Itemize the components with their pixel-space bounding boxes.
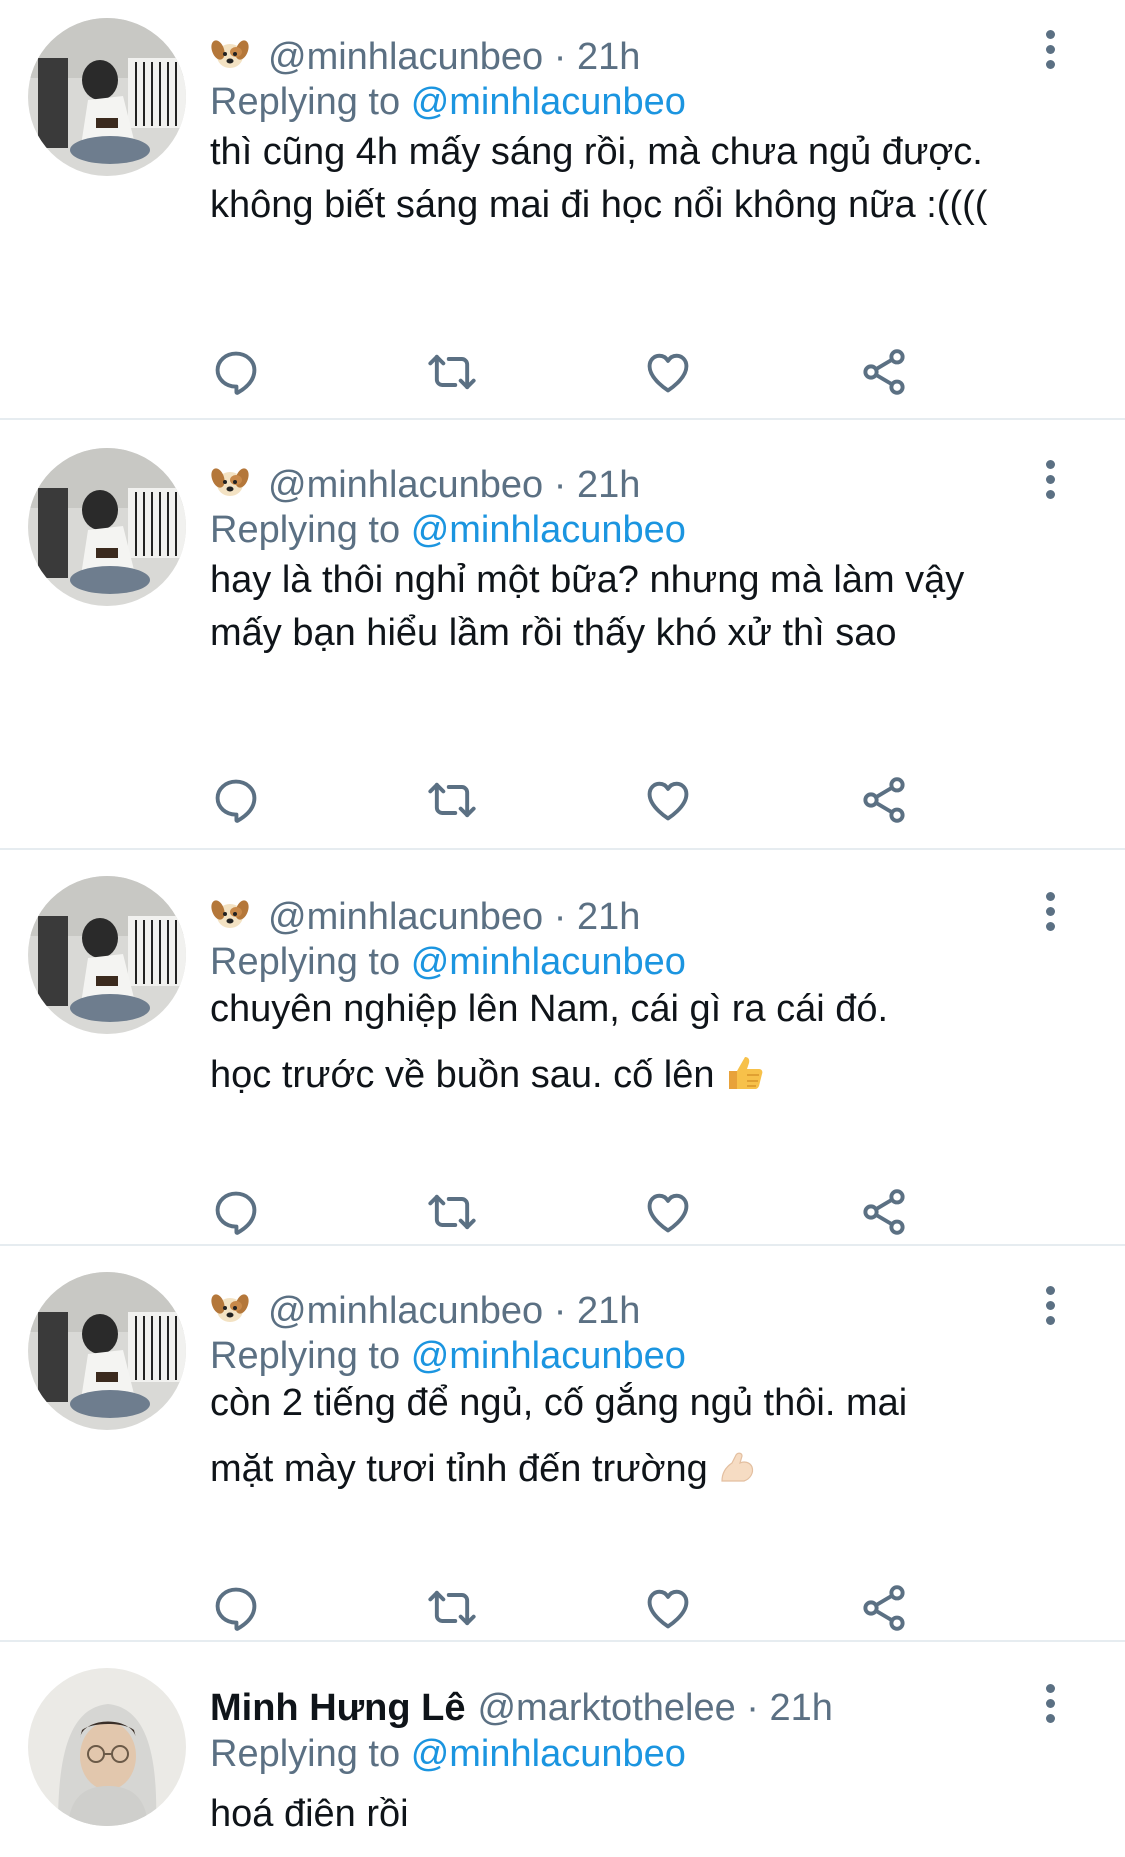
tweet-actions	[210, 1186, 930, 1238]
tweet[interactable]: @minhlacunbeo · 21h Replying to @minhlac…	[0, 0, 1125, 418]
tweet-text-line: học trước về buồn sau. cố lên	[210, 1042, 1080, 1114]
more-vertical-icon[interactable]	[1035, 1286, 1065, 1332]
speech-bubble-icon[interactable]	[210, 1186, 262, 1238]
more-vertical-icon[interactable]	[1035, 1684, 1065, 1730]
replying-link[interactable]: @minhlacunbeo	[411, 1733, 686, 1775]
tweet-text-line: mặt mày tươi tỉnh đến trường	[210, 1436, 1080, 1508]
timestamp[interactable]: · 21h	[554, 36, 641, 78]
tweet[interactable]: @minhlacunbeo · 21h Replying to @minhlac…	[0, 850, 1125, 1244]
avatar[interactable]	[28, 1272, 186, 1430]
avatar[interactable]	[28, 448, 186, 606]
dog-face-icon	[210, 462, 250, 512]
handle[interactable]: @marktothelee	[477, 1687, 735, 1729]
replying-label: Replying to	[210, 1733, 401, 1775]
display-name[interactable]: Minh Hưng Lê	[210, 1687, 465, 1729]
dog-face-icon	[210, 894, 250, 944]
replying-link[interactable]: @minhlacunbeo	[411, 509, 686, 551]
thumbs-up-icon	[723, 1048, 767, 1114]
replying-link[interactable]: @minhlacunbeo	[411, 81, 686, 123]
tweet-actions	[210, 346, 930, 398]
replying-to: Replying to @minhlacunbeo	[210, 1732, 686, 1776]
replying-label: Replying to	[210, 81, 401, 123]
tweet-text: hay là thôi nghỉ một bữa? nhưng mà làm v…	[210, 559, 965, 654]
share-icon[interactable]	[858, 1186, 910, 1238]
tweet-actions	[210, 1322, 930, 1374]
tweet-header: @minhlacunbeo · 21h	[210, 34, 640, 84]
replying-to: Replying to @minhlacunbeo	[210, 80, 686, 124]
retweet-icon[interactable]	[426, 1186, 478, 1238]
timestamp[interactable]: · 21h	[554, 464, 641, 506]
tweet-text: chuyên nghiệp lên Nam, cái gì ra cái đó.…	[210, 976, 1080, 1114]
speech-bubble-icon[interactable]	[210, 774, 262, 826]
replying-label: Replying to	[210, 509, 401, 551]
timestamp[interactable]: · 21h	[746, 1687, 833, 1729]
speech-bubble-icon[interactable]	[210, 346, 262, 398]
tweet[interactable]: @minhlacunbeo · 21h Replying to @minhlac…	[0, 1246, 1125, 1640]
tweet-text: hoá điên rồi	[210, 1793, 409, 1835]
handle[interactable]: @minhlacunbeo	[268, 36, 543, 78]
handle[interactable]: @minhlacunbeo	[268, 464, 543, 506]
avatar[interactable]	[28, 876, 186, 1034]
share-icon[interactable]	[858, 774, 910, 826]
retweet-icon[interactable]	[426, 1582, 478, 1634]
tweet-actions	[210, 774, 930, 826]
retweet-icon[interactable]	[426, 346, 478, 398]
heart-icon[interactable]	[642, 774, 694, 826]
speech-bubble-icon[interactable]	[210, 1582, 262, 1634]
tweet-text: còn 2 tiếng để ngủ, cố gắng ngủ thôi. ma…	[210, 1370, 1080, 1508]
tweet-header: @minhlacunbeo · 21h	[210, 894, 640, 944]
share-icon[interactable]	[858, 346, 910, 398]
handle[interactable]: @minhlacunbeo	[268, 896, 543, 938]
timestamp[interactable]: · 21h	[554, 896, 641, 938]
tweet-header: Minh Hưng Lê @marktothelee · 21h	[210, 1686, 833, 1730]
share-icon[interactable]	[858, 1582, 910, 1634]
more-vertical-icon[interactable]	[1035, 30, 1065, 76]
tweet-text-line: chuyên nghiệp lên Nam, cái gì ra cái đó.	[210, 988, 889, 1030]
tweet-header: @minhlacunbeo · 21h	[210, 462, 640, 512]
heart-icon[interactable]	[642, 1186, 694, 1238]
flexed-biceps-icon	[716, 1442, 760, 1508]
retweet-icon[interactable]	[426, 774, 478, 826]
heart-icon[interactable]	[642, 1582, 694, 1634]
tweet-text: thì cũng 4h mấy sáng rồi, mà chưa ngủ đư…	[210, 131, 988, 226]
more-vertical-icon[interactable]	[1035, 892, 1065, 938]
tweet[interactable]: Minh Hưng Lê @marktothelee · 21h Replying…	[0, 1642, 1125, 1857]
tweet-actions	[210, 1582, 930, 1634]
tweet-text-line: còn 2 tiếng để ngủ, cố gắng ngủ thôi. ma…	[210, 1382, 908, 1424]
heart-icon[interactable]	[642, 346, 694, 398]
dog-face-icon	[210, 34, 250, 84]
tweet[interactable]: @minhlacunbeo · 21h Replying to @minhlac…	[0, 420, 1125, 848]
avatar[interactable]	[28, 1668, 186, 1826]
more-vertical-icon[interactable]	[1035, 460, 1065, 506]
replying-to: Replying to @minhlacunbeo	[210, 508, 686, 552]
avatar[interactable]	[28, 18, 186, 176]
